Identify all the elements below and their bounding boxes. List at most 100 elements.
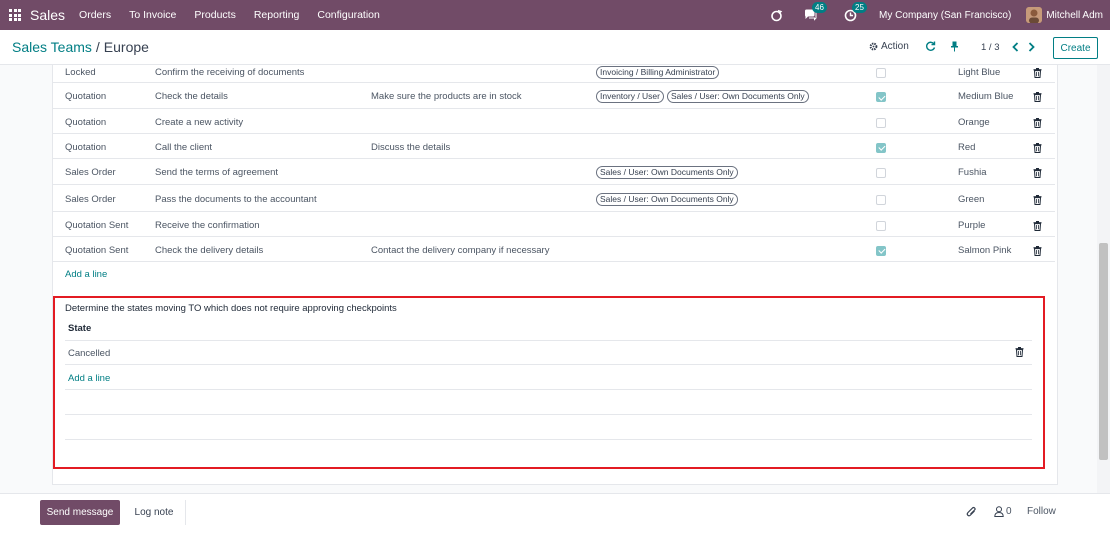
color-cell[interactable]: Purple [958,220,985,231]
checkpoint-checkbox[interactable] [876,168,886,178]
trash-icon[interactable] [1033,245,1042,259]
action-cell[interactable]: Check the delivery details [155,245,263,256]
add-state-line-link[interactable]: Add a line [68,373,110,384]
stage-cell[interactable]: Quotation Sent [65,220,128,231]
trash-icon[interactable] [1033,168,1042,181]
pager-value[interactable]: 1 / 3 [981,42,1000,53]
checkpoint-checkbox[interactable] [876,117,886,128]
attachments-button[interactable] [966,506,977,518]
stage-cell[interactable]: Quotation [65,117,106,128]
stage-cell[interactable]: Quotation [65,142,106,153]
paperclip-icon [966,506,976,517]
pager-next-icon[interactable] [1028,42,1035,52]
action-cell[interactable]: Call the client [155,142,212,153]
checkpoint-checkbox[interactable] [876,194,886,205]
note-cell[interactable]: Discuss the details [371,142,450,153]
user-menu[interactable]: Mitchell Adm [1046,10,1103,21]
groups-cell[interactable]: Invoicing / Billing Administrator [596,65,722,79]
group-tag[interactable]: Invoicing / Billing Administrator [596,65,720,79]
color-cell[interactable]: Medium Blue [958,91,1013,102]
trash-icon[interactable] [1033,220,1042,234]
checkpoint-checkbox[interactable] [876,67,886,78]
nav-item-products[interactable]: Products [194,9,235,21]
checkpoint-row[interactable]: Quotation Sent Check the delivery details… [53,237,1055,262]
group-tag[interactable]: Inventory / User [596,90,664,103]
activities-icon[interactable]: 25 [843,2,867,22]
company-switcher[interactable]: My Company (San Francisco) [879,10,1011,21]
add-checkpoint-line-link[interactable]: Add a line [65,269,107,280]
groups-cell[interactable]: Sales / User: Own Documents Only [596,166,741,179]
scrollbar-thumb[interactable] [1099,243,1108,460]
nav-item-to-invoice[interactable]: To Invoice [129,9,176,21]
discard-changes-icon[interactable] [925,41,936,52]
group-tag[interactable]: Sales / User: Own Documents Only [596,166,738,179]
stage-cell[interactable]: Locked [65,67,96,78]
action-cell[interactable]: Receive the confirmation [155,220,260,231]
messages-count-badge: 46 [812,2,827,13]
action-cell[interactable]: Check the details [155,91,228,102]
breadcrumb-sales-teams[interactable]: Sales Teams [12,39,92,55]
note-cell[interactable]: Make sure the products are in stock [371,91,522,102]
stage-cell[interactable]: Quotation [65,91,106,102]
action-label: Action [881,41,909,52]
log-note-button[interactable]: Log note [123,500,186,525]
note-cell[interactable]: Contact the delivery company if necessar… [371,245,549,256]
stage-cell[interactable]: Sales Order [65,194,116,205]
checkpoint-checkbox[interactable] [876,142,886,153]
state-row-cancelled[interactable]: Cancelled [68,348,110,359]
trash-icon[interactable] [1015,347,1024,357]
follow-label: Follow [1027,506,1056,517]
color-cell[interactable]: Salmon Pink [958,245,1011,256]
color-cell[interactable]: Fushia [958,167,987,178]
checkpoint-row[interactable]: Quotation Check the details Make sure the … [53,83,1055,109]
divider [65,439,1032,440]
action-menu-button[interactable]: Action [869,41,909,52]
groups-cell[interactable]: Sales / User: Own Documents Only [596,192,741,206]
color-cell[interactable]: Light Blue [958,67,1000,78]
group-tag[interactable]: Sales / User: Own Documents Only [667,90,809,103]
create-button[interactable]: Create [1053,37,1098,59]
trash-icon[interactable] [1033,142,1042,156]
checkpoint-checkbox[interactable] [876,92,886,102]
nav-item-reporting[interactable]: Reporting [254,9,300,21]
debug-icon[interactable] [769,8,783,22]
pager-previous-icon[interactable] [1012,42,1019,52]
send-message-button[interactable]: Send message [40,500,120,525]
stage-cell[interactable]: Quotation Sent [65,245,128,256]
followers-button[interactable]: 0 [994,506,1012,517]
checkpoint-row[interactable]: Sales Order Pass the documents to the acc… [53,185,1055,212]
checkpoint-row[interactable]: Sales Order Send the terms of agreement Sa… [53,159,1055,185]
action-cell[interactable]: Create a new activity [155,117,243,128]
checkpoint-checkbox[interactable] [876,245,886,256]
checkpoint-row[interactable]: Quotation Sent Receive the confirmation Pu… [53,212,1055,237]
pin-icon[interactable] [950,41,959,52]
color-cell[interactable]: Red [958,142,975,153]
nav-item-configuration[interactable]: Configuration [317,9,379,21]
trash-icon[interactable] [1033,92,1042,105]
checkpoint-checkbox[interactable] [876,220,886,231]
stage-cell[interactable]: Sales Order [65,167,116,178]
action-cell[interactable]: Confirm the receiving of documents [155,67,304,78]
breadcrumb-separator: / [95,39,100,55]
checkpoint-row[interactable]: Locked Confirm the receiving of documents… [53,65,1055,83]
group-tag[interactable]: Sales / User: Own Documents Only [596,192,738,206]
action-cell[interactable]: Send the terms of agreement [155,167,278,178]
followers-count: 0 [1006,506,1012,517]
checkpoint-row[interactable]: Quotation Create a new activity Orange [53,109,1055,134]
apps-menu-icon[interactable] [9,9,21,21]
trash-icon[interactable] [1033,194,1042,208]
app-brand[interactable]: Sales [30,7,65,23]
messages-icon[interactable]: 46 [803,2,827,22]
follow-button[interactable]: Follow [1027,506,1056,517]
checkpoint-row[interactable]: Quotation Call the client Discuss the deta… [53,134,1055,159]
groups-cell[interactable]: Inventory / User Sales / User: Own Docume… [596,90,812,103]
breadcrumb-current: Europe [103,39,149,55]
user-avatar[interactable] [1026,7,1043,23]
color-cell[interactable]: Green [958,194,984,205]
trash-icon[interactable] [1033,67,1042,81]
color-cell[interactable]: Orange [958,117,990,128]
trash-icon[interactable] [1033,117,1042,131]
nav-item-orders[interactable]: Orders [79,9,111,21]
state-column-header[interactable]: State [68,323,91,334]
action-cell[interactable]: Pass the documents to the accountant [155,194,317,205]
